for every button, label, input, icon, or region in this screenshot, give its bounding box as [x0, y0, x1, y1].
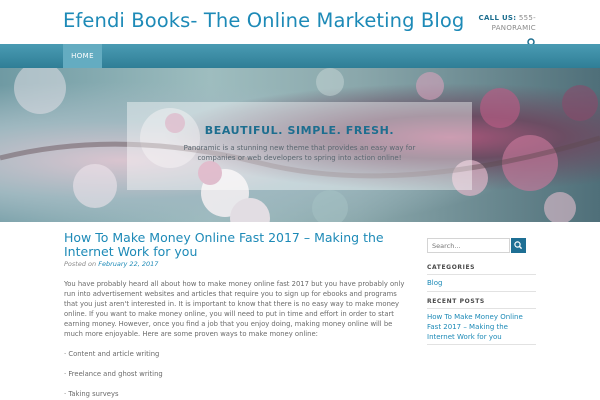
category-link-blog[interactable]: Blog: [427, 278, 535, 288]
hero-title: BEAUTIFUL. SIMPLE. FRESH.: [204, 124, 395, 137]
list-item: · Content and article writing: [64, 350, 160, 358]
nav-item-home[interactable]: HOME: [63, 44, 102, 68]
recent-posts-heading: RECENT POSTS: [427, 298, 485, 305]
categories-bottom-divider: [427, 291, 536, 292]
search-icon: [514, 241, 523, 250]
contact-info: CALL US: 555- PANORAMIC: [479, 13, 536, 33]
hero-overlay-box: BEAUTIFUL. SIMPLE. FRESH. Panoramic is a…: [127, 102, 472, 190]
categories-divider: [427, 274, 536, 275]
post-meta: Posted on February 22, 2017: [64, 260, 158, 268]
posted-on-label: Posted on: [64, 260, 97, 268]
post-date-link[interactable]: February 22, 2017: [98, 260, 158, 268]
recent-posts-bottom-divider: [427, 344, 536, 345]
post-title[interactable]: How To Make Money Online Fast 2017 – Mak…: [64, 231, 394, 259]
main-nav: HOME: [0, 44, 600, 68]
hero-text: Panoramic is a stunning new theme that p…: [183, 144, 416, 162]
post-body: You have probably heard all about how to…: [64, 279, 409, 400]
hero-banner: BEAUTIFUL. SIMPLE. FRESH. Panoramic is a…: [0, 68, 600, 222]
search-icon[interactable]: [527, 33, 537, 48]
contact-value-2: PANORAMIC: [491, 24, 536, 32]
contact-value: 555-: [518, 14, 536, 22]
categories-heading: CATEGORIES: [427, 264, 476, 271]
site-title[interactable]: Efendi Books- The Online Marketing Blog: [63, 9, 464, 32]
recent-posts-divider: [427, 308, 536, 309]
list-item: · Taking surveys: [64, 390, 119, 398]
contact-label: CALL US:: [478, 14, 517, 22]
recent-post-link[interactable]: How To Make Money Online Fast 2017 – Mak…: [427, 312, 535, 342]
sidebar-search-button[interactable]: [511, 238, 526, 253]
list-item: · Freelance and ghost writing: [64, 370, 163, 378]
sidebar-search-input[interactable]: [427, 238, 510, 253]
post-intro: You have probably heard all about how to…: [64, 280, 405, 338]
